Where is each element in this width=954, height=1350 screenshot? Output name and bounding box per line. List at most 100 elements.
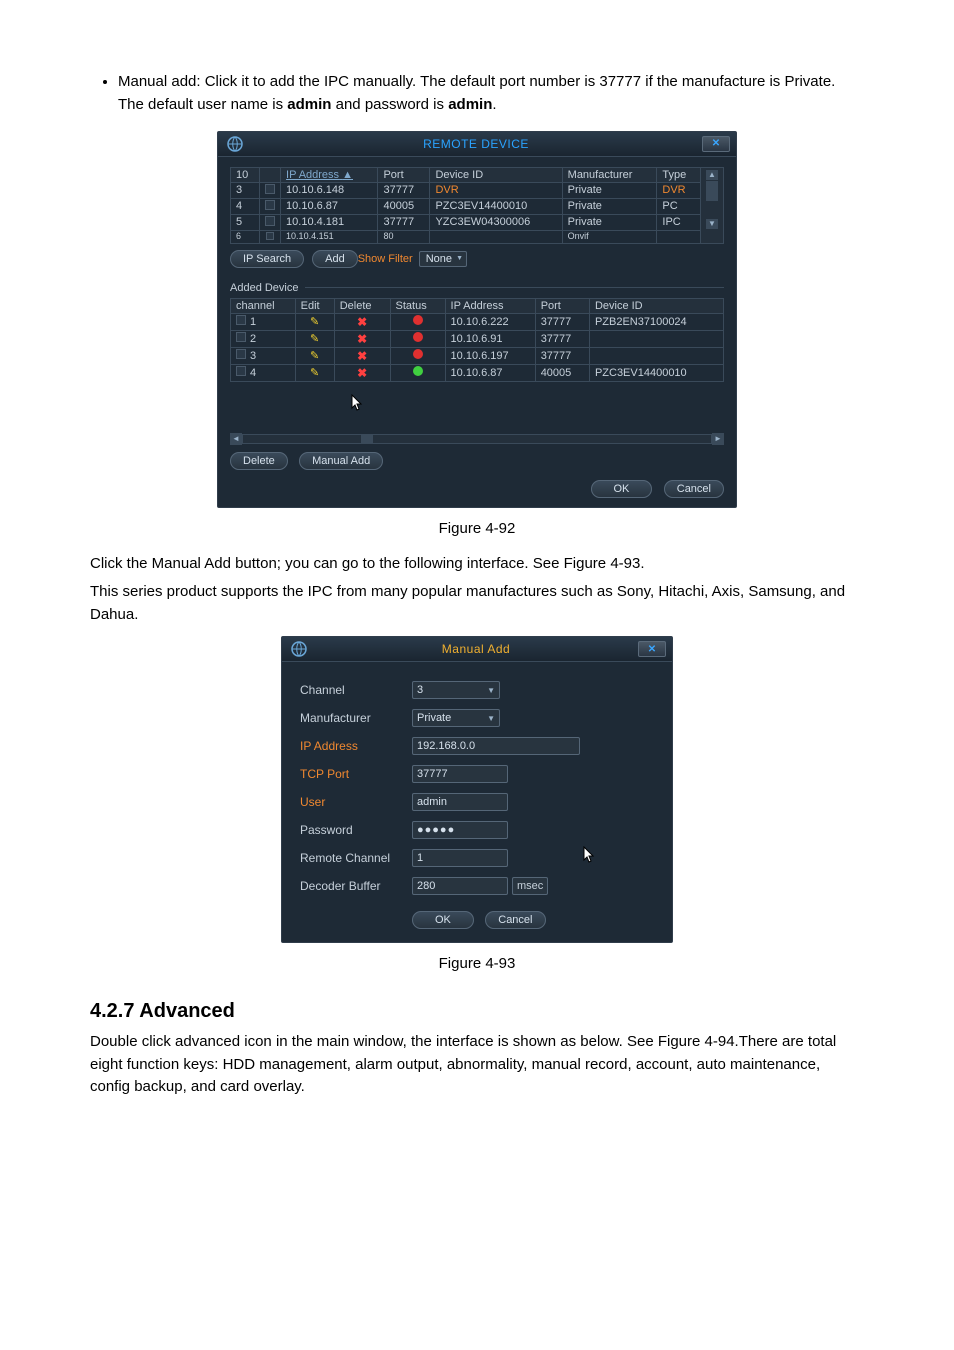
paragraph-supports: This series product supports the IPC fro… xyxy=(90,581,864,626)
bullet-manual-add: Manual add: Click it to add the IPC manu… xyxy=(118,70,864,117)
col-ip-address: IP Address ▲ xyxy=(281,167,378,182)
added-device-label: Added Device xyxy=(230,282,724,294)
delete-icon[interactable]: ✖ xyxy=(357,349,367,363)
label-user: User xyxy=(300,795,412,809)
channel-select[interactable]: 3 xyxy=(412,681,500,699)
manufacturer-select[interactable]: Private xyxy=(412,709,500,727)
edit-icon[interactable]: ✎ xyxy=(310,350,319,362)
row-checkbox[interactable] xyxy=(236,315,246,325)
status-dot-icon xyxy=(413,349,423,359)
row-checkbox[interactable] xyxy=(236,332,246,342)
scroll-thumb[interactable] xyxy=(706,181,718,201)
bullet-end: . xyxy=(492,96,496,113)
table-row[interactable]: 1 ✎ ✖ 10.10.6.222 37777 PZB2EN37100024 xyxy=(231,313,724,330)
scroll-thumb[interactable] xyxy=(361,434,373,444)
app-icon xyxy=(290,640,308,658)
bullet-mid: and password is xyxy=(331,96,448,113)
row-checkbox[interactable] xyxy=(236,366,246,376)
vertical-scrollbar[interactable]: ▲ ▼ xyxy=(701,167,724,243)
discovered-devices-table: 10 IP Address ▲ Port Device ID Manufactu… xyxy=(230,167,724,244)
tcp-port-field[interactable]: 37777 xyxy=(412,765,508,783)
scroll-left-icon[interactable]: ◄ xyxy=(230,433,242,445)
row-checkbox[interactable] xyxy=(265,200,275,210)
add-button[interactable]: Add xyxy=(312,250,358,268)
ip-address-field[interactable]: 192.168.0.0 xyxy=(412,737,580,755)
col-edit[interactable]: Edit xyxy=(295,298,334,313)
status-dot-icon xyxy=(413,332,423,342)
col-count[interactable]: 10 xyxy=(231,167,260,182)
table-row[interactable]: 3 10.10.6.148 37777 DVR Private DVR xyxy=(231,182,724,198)
delete-button[interactable]: Delete xyxy=(230,452,288,470)
row-checkbox[interactable] xyxy=(266,232,274,240)
delete-icon[interactable]: ✖ xyxy=(357,315,367,329)
manual-add-dialog: Manual Add ✕ Channel 3 Manufacturer Priv… xyxy=(281,636,673,943)
label-ip-address: IP Address xyxy=(300,739,412,753)
label-decoder-buffer: Decoder Buffer xyxy=(300,879,412,893)
delete-icon[interactable]: ✖ xyxy=(357,332,367,346)
table-row[interactable]: 5 10.10.4.181 37777 YZC3EW04300006 Priva… xyxy=(231,214,724,230)
decoder-buffer-field[interactable]: 280 xyxy=(412,877,508,895)
decoder-buffer-unit: msec xyxy=(512,877,548,895)
col-port[interactable]: Port xyxy=(378,167,430,182)
delete-icon[interactable]: ✖ xyxy=(357,366,367,380)
ip-search-button[interactable]: IP Search xyxy=(230,250,304,268)
title-bar: Manual Add ✕ xyxy=(282,637,672,662)
show-filter-label: Show Filter xyxy=(358,253,413,265)
col-device-id2[interactable]: Device ID xyxy=(589,298,723,313)
row-checkbox[interactable] xyxy=(265,184,275,194)
figure-caption-4-93: Figure 4-93 xyxy=(90,955,864,972)
label-channel: Channel xyxy=(300,683,412,697)
added-devices-table: channel Edit Delete Status IP Address Po… xyxy=(230,298,724,382)
status-dot-icon xyxy=(413,315,423,325)
section-heading-advanced: 4.2.7 Advanced xyxy=(90,1000,864,1023)
col-manufacturer[interactable]: Manufacturer xyxy=(562,167,657,182)
cancel-button[interactable]: Cancel xyxy=(485,911,545,929)
row-checkbox[interactable] xyxy=(236,349,246,359)
edit-icon[interactable]: ✎ xyxy=(310,367,319,379)
status-dot-icon xyxy=(413,366,423,376)
col-type[interactable]: Type xyxy=(657,167,701,182)
col-port2[interactable]: Port xyxy=(535,298,589,313)
col-status[interactable]: Status xyxy=(390,298,445,313)
table-row[interactable]: 3 ✎ ✖ 10.10.6.197 37777 xyxy=(231,347,724,364)
paragraph-manual-add: Click the Manual Add button; you can go … xyxy=(90,553,864,576)
scroll-right-icon[interactable]: ► xyxy=(712,433,724,445)
horizontal-scrollbar[interactable]: ◄ ► xyxy=(230,433,724,445)
title-bar: REMOTE DEVICE ✕ xyxy=(218,132,736,157)
label-password: Password xyxy=(300,823,412,837)
bullet-admin2: admin xyxy=(448,96,492,113)
dialog-title: Manual Add xyxy=(314,642,638,656)
col-ip[interactable]: IP Address xyxy=(445,298,535,313)
manual-add-button[interactable]: Manual Add xyxy=(299,452,383,470)
ok-button[interactable]: OK xyxy=(591,480,653,498)
edit-icon[interactable]: ✎ xyxy=(310,316,319,328)
row-checkbox[interactable] xyxy=(265,216,275,226)
ok-button[interactable]: OK xyxy=(412,911,474,929)
col-channel[interactable]: channel xyxy=(231,298,296,313)
password-field[interactable]: ●●●●● xyxy=(412,821,508,839)
table-row[interactable]: 4 10.10.6.87 40005 PZC3EV14400010 Privat… xyxy=(231,198,724,214)
paragraph-advanced: Double click advanced icon in the main w… xyxy=(90,1031,864,1099)
cancel-button[interactable]: Cancel xyxy=(664,480,724,498)
table-row[interactable]: 4 ✎ ✖ 10.10.6.87 40005 PZC3EV14400010 xyxy=(231,364,724,381)
close-button[interactable]: ✕ xyxy=(638,641,666,657)
edit-icon[interactable]: ✎ xyxy=(310,333,319,345)
cursor-icon xyxy=(350,394,364,412)
close-button[interactable]: ✕ xyxy=(702,136,730,152)
sort-arrow-icon: ▲ xyxy=(342,169,353,181)
label-remote-channel: Remote Channel xyxy=(300,851,412,865)
user-field[interactable]: admin xyxy=(412,793,508,811)
table-row[interactable]: 2 ✎ ✖ 10.10.6.91 37777 xyxy=(231,330,724,347)
col-device-id[interactable]: Device ID xyxy=(430,167,562,182)
show-filter-select[interactable]: None xyxy=(419,251,467,267)
table-row[interactable]: 6 10.10.4.151 80 Onvif xyxy=(231,230,724,243)
col-check xyxy=(260,167,281,182)
cursor-icon xyxy=(582,846,596,864)
bullet-admin1: admin xyxy=(287,96,331,113)
scroll-down-icon[interactable]: ▼ xyxy=(706,219,718,229)
figure-caption-4-92: Figure 4-92 xyxy=(90,520,864,537)
label-tcp-port: TCP Port xyxy=(300,767,412,781)
col-delete[interactable]: Delete xyxy=(334,298,390,313)
remote-channel-field[interactable]: 1 xyxy=(412,849,508,867)
scroll-up-icon[interactable]: ▲ xyxy=(706,170,718,180)
